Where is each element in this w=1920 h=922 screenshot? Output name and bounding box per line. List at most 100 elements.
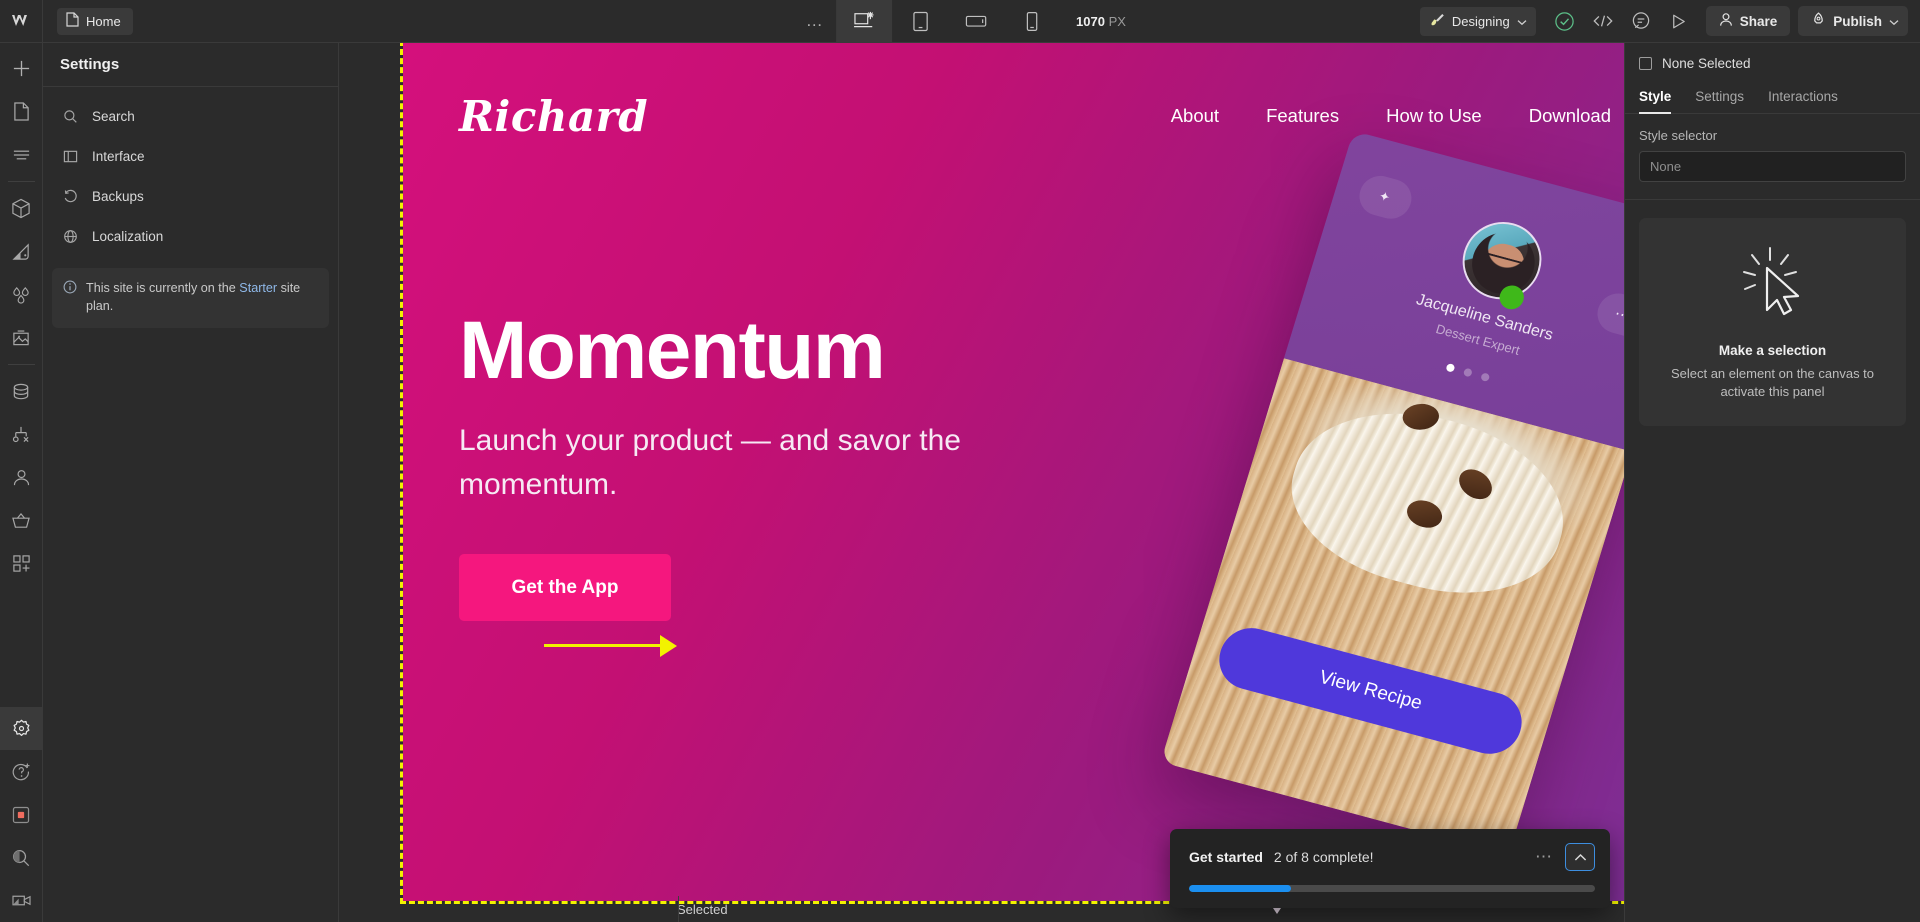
tab-settings[interactable]: Settings <box>1695 83 1744 113</box>
breakpoint-mobile-landscape[interactable] <box>948 0 1004 43</box>
brush-icon <box>1430 12 1445 30</box>
apps-grid-icon <box>12 555 30 572</box>
rail-style-manager[interactable] <box>0 230 43 273</box>
audit-check-icon[interactable] <box>1546 0 1584 43</box>
rail-variables[interactable] <box>0 273 43 316</box>
get-started-progress-fill <box>1189 885 1291 892</box>
search-icon <box>13 849 30 866</box>
rocket-icon <box>1811 11 1826 31</box>
rail-cms[interactable] <box>0 370 43 413</box>
left-icon-rail <box>0 43 43 922</box>
navigator-icon <box>13 150 29 159</box>
rail-assets[interactable] <box>0 316 43 359</box>
webflow-logo-icon[interactable] <box>0 0 43 43</box>
record-stop-icon <box>12 806 30 823</box>
sidebar-item-label: Search <box>92 108 135 124</box>
page-chip-home[interactable]: Home <box>57 7 133 35</box>
phone-card-mockup[interactable]: ✦ ⋯ Jacqueline Sanders Dessert Expert Vi… <box>1160 130 1624 856</box>
nav-link-how-to-use[interactable]: How to Use <box>1386 105 1482 127</box>
user-icon <box>13 470 29 486</box>
desktop-breakpoint-icon <box>854 11 874 28</box>
sidebar-item-localization[interactable]: Localization <box>50 216 331 256</box>
sidebar-item-interface[interactable]: Interface <box>50 136 331 176</box>
rail-navigator[interactable] <box>0 133 43 176</box>
breakpoint-mobile-portrait[interactable] <box>1004 0 1060 43</box>
droplets-icon <box>13 286 29 304</box>
logic-flow-icon <box>12 426 29 443</box>
settings-item-list: Search Interface Backups Localization <box>43 87 338 256</box>
rail-ecommerce[interactable] <box>0 499 43 542</box>
get-started-header: Get started 2 of 8 complete! ⋯ <box>1189 843 1595 871</box>
rail-add-elements[interactable] <box>0 47 43 90</box>
hero-subheading[interactable]: Launch your product — and savor the mome… <box>459 419 1099 506</box>
selection-label: None Selected <box>1662 55 1751 71</box>
rail-divider <box>7 364 35 365</box>
sidebar-item-backups[interactable]: Backups <box>50 176 331 216</box>
breakpoint-tablet[interactable] <box>892 0 948 43</box>
tab-style[interactable]: Style <box>1639 83 1672 114</box>
comment-icon[interactable] <box>1622 0 1660 43</box>
annotation-arrow-right <box>544 635 677 657</box>
rail-users[interactable] <box>0 456 43 499</box>
star-icon[interactable]: ✦ <box>1354 171 1417 224</box>
get-started-menu-icon[interactable]: ⋯ <box>1535 847 1554 867</box>
style-selector-label: Style selector <box>1639 128 1718 143</box>
nav-link-download[interactable]: Download <box>1529 105 1611 127</box>
nav-link-about[interactable]: About <box>1171 105 1219 127</box>
canvas-more-icon[interactable]: … <box>794 0 836 43</box>
style-panel-tabs: Style Settings Interactions <box>1625 83 1920 114</box>
sidebar-item-label: Backups <box>92 188 144 204</box>
panel-layout-icon <box>62 149 79 164</box>
preview-play-icon[interactable] <box>1660 0 1698 43</box>
viewport-size-value: 1070 <box>1076 13 1105 29</box>
code-icon[interactable] <box>1584 0 1622 43</box>
site-plan-notice-text: This site is currently on the Starter si… <box>86 279 317 316</box>
chevron-up-icon <box>1574 853 1586 861</box>
carousel-dot[interactable] <box>1462 367 1473 378</box>
gear-icon <box>13 719 29 736</box>
ellipsis-icon[interactable]: ⋯ <box>1592 289 1624 341</box>
style-panel-empty-state: Make a selection Select an element on th… <box>1639 218 1906 426</box>
rail-settings[interactable] <box>0 707 43 750</box>
site-logo-wordmark[interactable]: Richard <box>459 92 648 141</box>
chevron-down-icon <box>1517 14 1527 29</box>
get-started-widget[interactable]: Get started 2 of 8 complete! ⋯ <box>1170 829 1610 908</box>
hero-section[interactable]: Richard About Features How to Use Downlo… <box>403 43 1624 901</box>
starter-plan-link[interactable]: Starter <box>239 281 277 295</box>
image-icon <box>13 330 29 346</box>
share-button[interactable]: Share <box>1705 6 1791 36</box>
rail-components[interactable] <box>0 187 43 230</box>
rail-pages[interactable] <box>0 90 43 133</box>
video-camera-icon <box>11 895 31 906</box>
mobile-landscape-icon <box>965 15 987 27</box>
get-started-collapse-button[interactable] <box>1565 843 1595 871</box>
mode-selector[interactable]: Designing <box>1419 6 1536 36</box>
publish-button[interactable]: Publish <box>1798 6 1908 36</box>
tablet-breakpoint-icon <box>912 11 928 31</box>
page-icon <box>13 102 29 121</box>
cursor-click-icon <box>1730 247 1816 324</box>
get-started-title: Get started <box>1189 849 1263 865</box>
carousel-dot[interactable] <box>1445 362 1456 373</box>
tab-interactions[interactable]: Interactions <box>1768 83 1838 113</box>
style-selector-input[interactable]: None <box>1639 151 1906 182</box>
rail-record[interactable] <box>0 793 43 836</box>
notice-text-before: This site is currently on the <box>86 281 240 295</box>
rail-apps[interactable] <box>0 542 43 585</box>
hero-heading[interactable]: Momentum <box>459 309 1119 391</box>
sidebar-item-label: Localization <box>92 228 164 244</box>
sidebar-item-search[interactable]: Search <box>50 96 331 136</box>
rail-search[interactable] <box>0 836 43 879</box>
canvas-area[interactable]: Richard About Features How to Use Downlo… <box>339 43 1624 922</box>
get-started-progress-track <box>1189 885 1595 892</box>
nav-link-features[interactable]: Features <box>1266 105 1339 127</box>
rail-video[interactable] <box>0 879 43 922</box>
question-plus-icon <box>12 763 30 780</box>
canvas-frame[interactable]: Richard About Features How to Use Downlo… <box>400 43 1624 904</box>
get-the-app-button[interactable]: Get the App <box>459 554 671 622</box>
breakpoint-desktop[interactable] <box>836 0 893 43</box>
rail-help[interactable] <box>0 750 43 793</box>
rail-logic[interactable] <box>0 413 43 456</box>
cube-icon <box>12 198 30 219</box>
carousel-dot[interactable] <box>1480 372 1491 383</box>
